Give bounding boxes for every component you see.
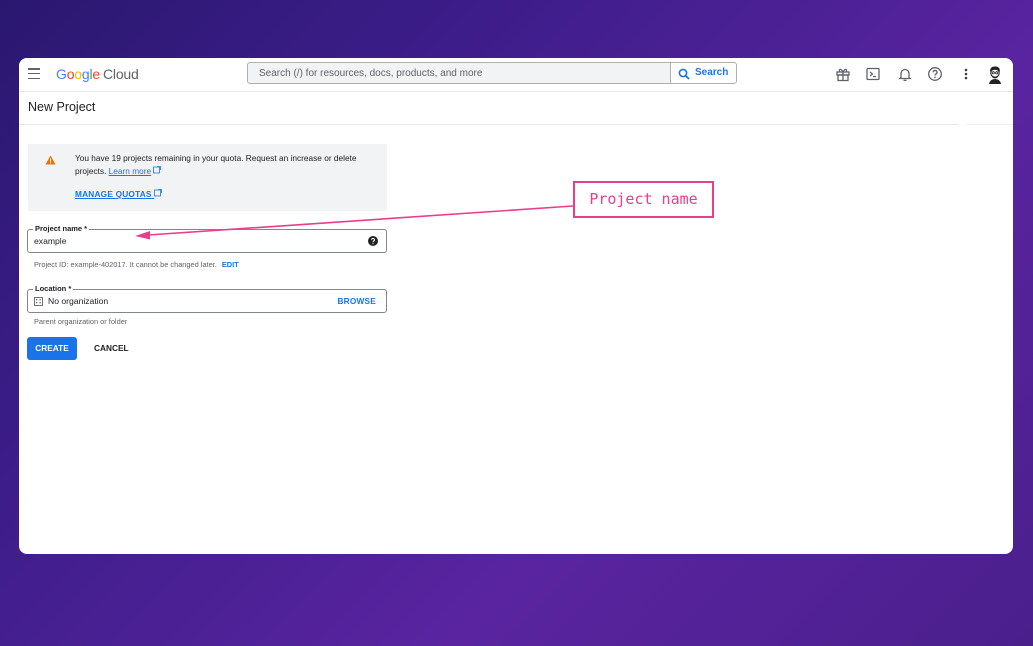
annotation-arrow [135, 205, 574, 240]
annotation-callout: Project name [573, 181, 714, 218]
